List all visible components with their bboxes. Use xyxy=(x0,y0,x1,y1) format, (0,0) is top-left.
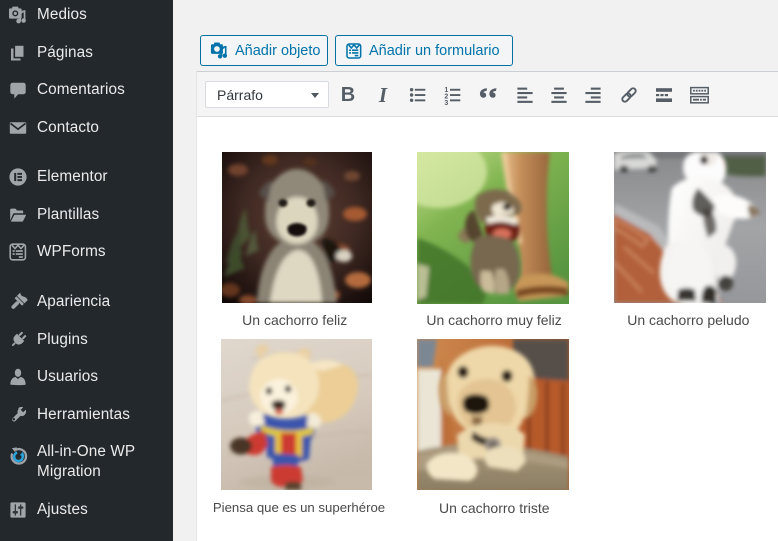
svg-text:3: 3 xyxy=(444,100,448,105)
